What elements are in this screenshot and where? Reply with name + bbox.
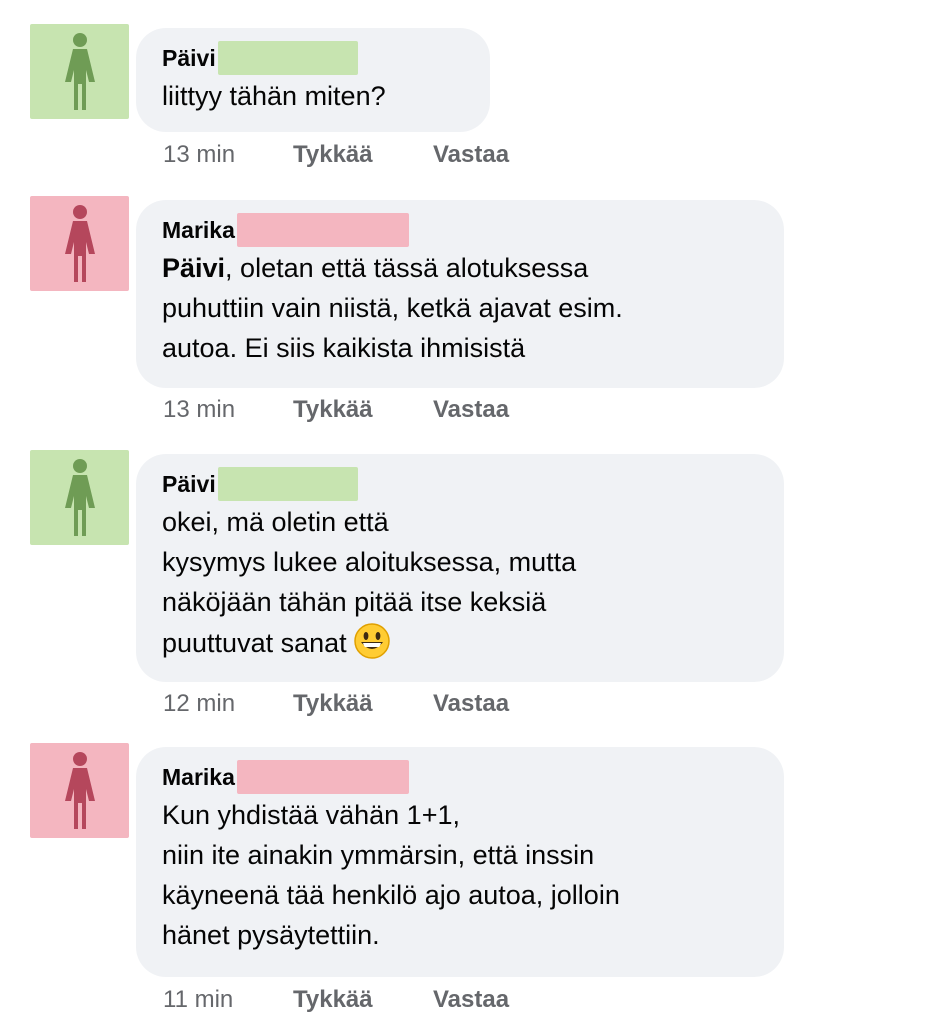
avatar[interactable] [30, 196, 129, 291]
comment-text: Kun yhdistää vähän 1+1, niin ite ainakin… [162, 800, 620, 950]
avatar[interactable] [30, 24, 129, 119]
like-button[interactable]: Tykkää [293, 395, 433, 425]
comment-bubble: Päivi liittyy tähän miten? [136, 28, 490, 132]
reply-button[interactable]: Vastaa [433, 395, 509, 425]
reply-button[interactable]: Vastaa [433, 140, 509, 170]
comment-actions: 13 min Tykkää Vastaa [163, 395, 509, 425]
reply-button[interactable]: Vastaa [433, 985, 509, 1015]
avatar[interactable] [30, 450, 129, 545]
avatar[interactable] [30, 743, 129, 838]
timestamp[interactable]: 13 min [163, 395, 293, 425]
comment-bubble: Päivi okei, mä oletin että kysymys lukee… [136, 454, 784, 682]
like-button[interactable]: Tykkää [293, 985, 433, 1015]
comment-bubble: Marika Päivi, oletan että tässä alotukse… [136, 200, 784, 388]
comment-text: okei, mä oletin että kysymys lukee aloit… [162, 507, 577, 659]
author-name[interactable]: Päivi [162, 42, 216, 74]
female-person-icon [64, 32, 95, 110]
grinning-face-emoji [353, 623, 390, 659]
author-name[interactable]: Marika [162, 214, 235, 246]
comment-actions: 13 min Tykkää Vastaa [163, 140, 509, 170]
like-button[interactable]: Tykkää [293, 689, 433, 719]
timestamp[interactable]: 11 min [163, 985, 293, 1015]
timestamp[interactable]: 13 min [163, 140, 293, 170]
mention-link[interactable]: Päivi [162, 253, 225, 283]
redacted-surname [236, 760, 409, 794]
redacted-surname [217, 467, 358, 501]
comment-actions: 12 min Tykkää Vastaa [163, 689, 509, 719]
reply-button[interactable]: Vastaa [433, 689, 509, 719]
comment-text: Päivi, oletan että tässä alotuksessa puh… [162, 253, 623, 363]
female-person-icon [64, 458, 95, 536]
author-name[interactable]: Päivi [162, 468, 216, 500]
timestamp[interactable]: 12 min [163, 689, 293, 719]
like-button[interactable]: Tykkää [293, 140, 433, 170]
author-name[interactable]: Marika [162, 761, 235, 793]
comment-text: liittyy tähän miten? [162, 81, 386, 111]
redacted-surname [217, 41, 358, 75]
female-person-icon [64, 204, 95, 282]
comment-bubble: Marika Kun yhdistää vähän 1+1, niin ite … [136, 747, 784, 977]
female-person-icon [64, 751, 95, 829]
comment-actions: 11 min Tykkää Vastaa [163, 985, 509, 1015]
redacted-surname [236, 213, 409, 247]
